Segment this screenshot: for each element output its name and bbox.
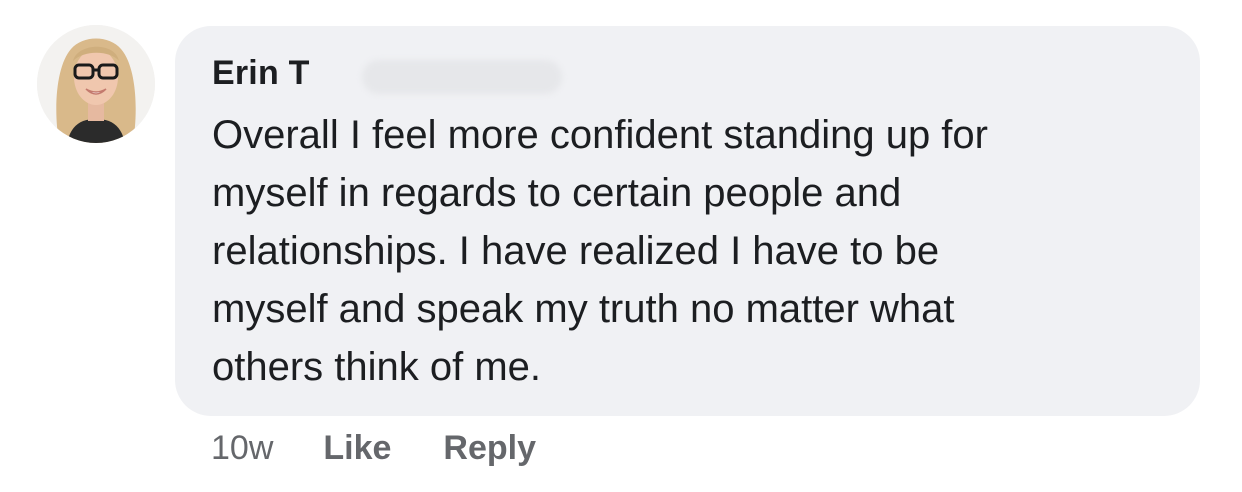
comment-actions: 10w Like Reply (211, 426, 536, 470)
like-button[interactable]: Like (323, 429, 391, 468)
comment-author[interactable]: Erin T (212, 54, 310, 93)
avatar-photo (37, 25, 155, 143)
comment-bubble: Erin T Overall I feel more confident sta… (175, 26, 1200, 416)
comment-timestamp[interactable]: 10w (211, 429, 273, 468)
comment-text: Overall I feel more confident standing u… (212, 113, 988, 389)
redacted-name-blur (362, 60, 562, 94)
reply-button[interactable]: Reply (443, 429, 536, 468)
avatar[interactable] (37, 25, 155, 143)
